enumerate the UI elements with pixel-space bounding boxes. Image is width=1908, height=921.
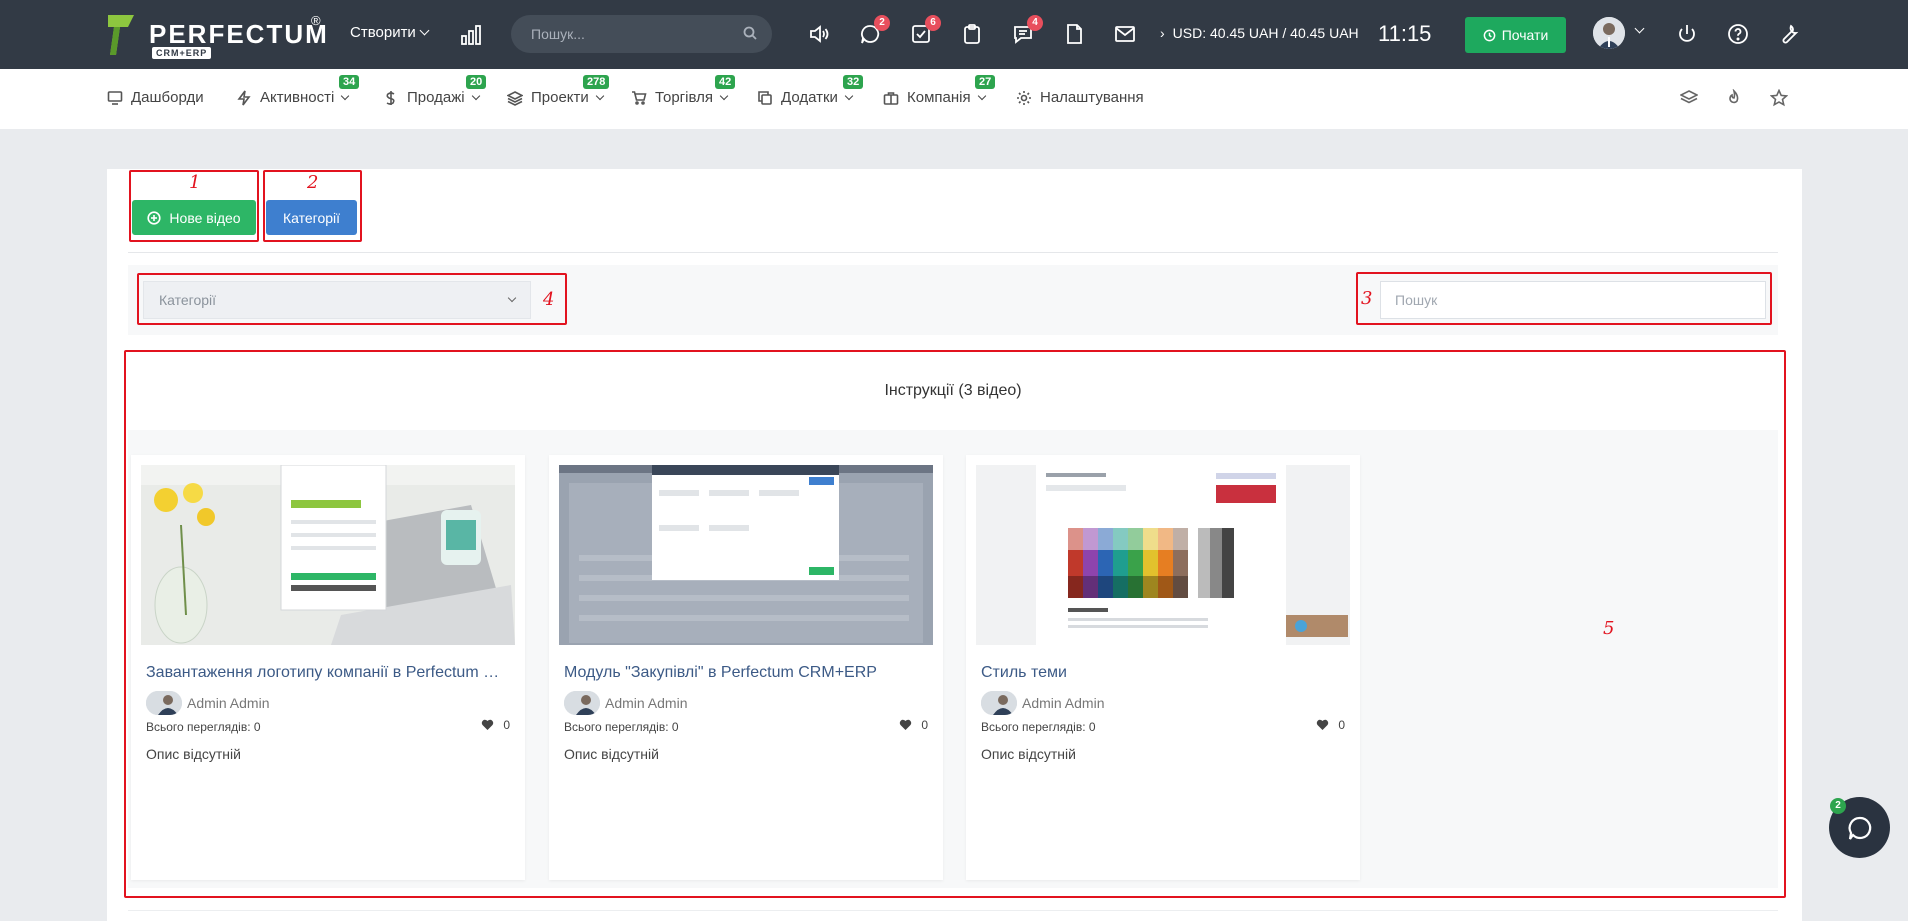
nav-badge: 278 <box>583 75 610 89</box>
nav-badge: 32 <box>843 75 864 89</box>
chevron-down-icon <box>719 91 729 100</box>
annotation-number-4: 4 <box>543 289 555 310</box>
clock-icon <box>1483 29 1496 41</box>
nav-badge: 20 <box>466 75 487 89</box>
search-icon[interactable] <box>743 26 757 40</box>
mail-icon[interactable] <box>1113 22 1137 46</box>
briefcase-icon <box>883 91 899 105</box>
nav-item-dashboards[interactable]: Дашборди <box>107 89 204 106</box>
wrench-icon[interactable] <box>1777 22 1801 46</box>
messages-icon[interactable]: 4 <box>1011 15 1043 46</box>
nav-badge: 42 <box>715 75 736 89</box>
annotation-number-5: 5 <box>1603 618 1615 639</box>
top-bar: PERFECTUM ® CRM+ERP Створити 2 6 4 › USD… <box>0 0 1908 69</box>
nav-item-trade[interactable]: Торгівля 42 <box>631 75 736 106</box>
currency-rate[interactable]: › USD: 40.45 UAH / 40.45 UAH <box>1160 25 1359 41</box>
chevron-down-icon[interactable] <box>1634 23 1645 34</box>
help-icon[interactable] <box>1726 22 1750 46</box>
dollar-icon <box>386 90 395 105</box>
annotation-box-5 <box>124 350 1786 898</box>
nav-badge: 34 <box>339 75 360 89</box>
avatar[interactable] <box>1593 17 1625 49</box>
bolt-icon <box>237 90 251 105</box>
nav-item-settings[interactable]: Налаштування <box>1016 89 1144 106</box>
nav-badge: 27 <box>975 75 996 89</box>
nav-label: Активності <box>260 89 335 106</box>
nav-label: Проекти <box>531 89 589 106</box>
nav-label: Налаштування <box>1040 89 1144 106</box>
chat-icon <box>1848 816 1871 840</box>
nav-item-projects[interactable]: Проекти 278 <box>507 75 610 106</box>
logo-mark-icon <box>108 15 134 55</box>
main-nav: Дашборди Активності 34 Продажі 20 Проект… <box>0 69 1908 129</box>
logo-text: PERFECTUM <box>149 19 329 49</box>
nav-label: Дашборди <box>131 89 204 106</box>
nav-label: Продажі <box>407 89 465 106</box>
chevron-down-icon <box>419 25 430 36</box>
power-icon[interactable] <box>1675 22 1699 46</box>
file-icon[interactable] <box>1062 22 1086 46</box>
chevron-down-icon <box>595 91 605 100</box>
logo[interactable]: PERFECTUM ® CRM+ERP <box>106 13 329 59</box>
chevron-down-icon <box>471 91 480 100</box>
chat-badge: 2 <box>874 15 890 31</box>
global-search-input[interactable] <box>511 15 772 53</box>
sound-icon[interactable] <box>807 22 831 46</box>
nav-item-addons[interactable]: Додатки 32 <box>757 75 864 106</box>
clock: 11:15 <box>1378 21 1432 46</box>
chevron-down-icon <box>977 91 986 100</box>
chat-icon[interactable]: 2 <box>858 15 890 46</box>
gear-icon <box>1017 90 1031 105</box>
fire-icon[interactable] <box>1725 88 1745 109</box>
monitor-icon <box>107 90 123 105</box>
star-icon[interactable] <box>1769 88 1790 109</box>
layers-icon[interactable] <box>1679 89 1700 109</box>
nav-item-company[interactable]: Компанія 27 <box>883 75 996 106</box>
chevron-down-icon <box>844 91 854 100</box>
tasks-icon[interactable]: 6 <box>909 15 941 46</box>
clipboard-icon[interactable] <box>960 22 984 46</box>
start-timer-button[interactable]: Почати <box>1465 17 1566 53</box>
divider <box>128 252 1778 253</box>
logo-subtitle: CRM+ERP <box>152 47 212 59</box>
nav-label: Торгівля <box>655 89 713 106</box>
annotation-number-1: 1 <box>189 172 201 193</box>
create-menu-label: Створити <box>350 24 416 41</box>
nav-item-sales[interactable]: Продажі 20 <box>383 75 487 106</box>
chevron-right-icon: › <box>1160 25 1165 41</box>
tasks-badge: 6 <box>925 15 941 31</box>
annotation-number-2: 2 <box>307 172 319 193</box>
logo-registered: ® <box>311 13 321 28</box>
chat-widget-badge: 2 <box>1830 798 1846 814</box>
currency-text: USD: 40.45 UAH / 40.45 UAH <box>1172 25 1359 41</box>
nav-label: Додатки <box>781 89 838 106</box>
nav-item-activities[interactable]: Активності 34 <box>236 75 360 106</box>
start-timer-label: Почати <box>1501 27 1549 43</box>
messages-badge: 4 <box>1027 15 1043 31</box>
chevron-down-icon <box>341 91 350 100</box>
bar-chart-icon[interactable] <box>460 24 482 46</box>
annotation-box-3 <box>1356 272 1772 325</box>
bottom-strip <box>128 910 1778 921</box>
layers-icon <box>507 90 523 106</box>
annotation-box-4 <box>137 273 567 325</box>
cart-icon <box>632 90 647 105</box>
copy-icon <box>758 90 772 105</box>
nav-label: Компанія <box>907 89 971 106</box>
annotation-number-3: 3 <box>1361 288 1373 309</box>
create-menu[interactable]: Створити <box>350 24 430 41</box>
